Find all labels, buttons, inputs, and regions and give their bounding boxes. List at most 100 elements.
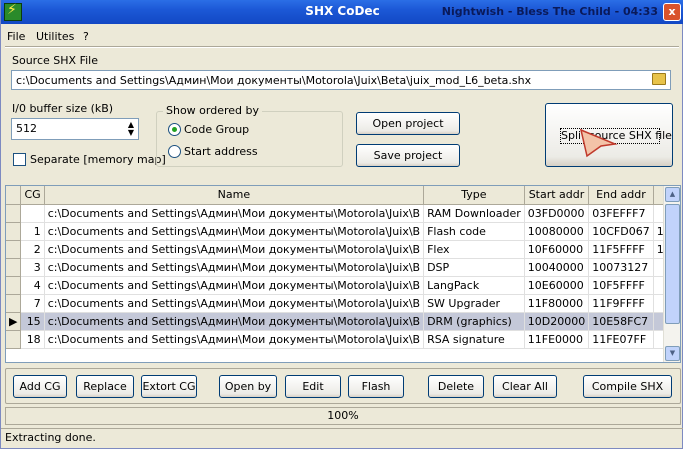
vertical-scrollbar[interactable]: ▲ ▼	[663, 186, 680, 362]
status-bar: Extracting done.	[1, 428, 683, 448]
order-option-start-address: Start address	[184, 145, 258, 158]
cell-name: c:\Documents and Settings\Админ\Мои доку…	[44, 240, 425, 259]
scroll-thumb[interactable]	[665, 204, 680, 324]
table-row[interactable]: ▶ 15 c:\Documents and Settings\Админ\Мои д…	[6, 312, 680, 331]
compile-shx-button[interactable]: Compile SHX	[583, 375, 672, 398]
row-indicator[interactable]	[6, 276, 22, 295]
cell-type: Flash code	[423, 222, 525, 241]
cell-end-addr: 03FEFFF7	[588, 204, 654, 223]
order-option-code-group: Code Group	[184, 123, 250, 136]
table-row[interactable]: 3 c:\Documents and Settings\Админ\Мои док…	[6, 258, 680, 277]
separate-label: Separate [memory map]	[30, 153, 166, 166]
cell-start-addr: 10E60000	[524, 276, 590, 295]
cell-end-addr: 11FE07FF	[588, 330, 654, 349]
progress-text: 100%	[327, 409, 359, 422]
clear-all-button[interactable]: Clear All	[493, 375, 557, 398]
column-header-cg[interactable]: CG	[20, 186, 45, 205]
order-groupbox	[156, 111, 343, 167]
open-by-button[interactable]: Open by	[219, 375, 277, 398]
menu-utilites[interactable]: Utilites	[36, 30, 74, 43]
edit-button[interactable]: Edit	[285, 375, 341, 398]
close-button[interactable]: x	[663, 3, 681, 21]
cell-start-addr: 10040000	[524, 258, 590, 277]
extort-cg-button[interactable]: Extort CG	[141, 375, 197, 398]
row-indicator[interactable]	[6, 204, 22, 223]
row-indicator[interactable]	[6, 222, 22, 241]
table-row[interactable]: 1 c:\Documents and Settings\Админ\Мои док…	[6, 222, 680, 241]
source-file-field[interactable]: c:\Documents and Settings\Админ\Мои доку…	[11, 70, 671, 90]
cell-name: c:\Documents and Settings\Админ\Мои доку…	[44, 222, 425, 241]
source-file-label: Source SHX File	[12, 54, 98, 67]
cell-name: c:\Documents and Settings\Админ\Мои доку…	[44, 258, 425, 277]
cell-type: Flex	[423, 240, 525, 259]
cell-cg	[20, 204, 45, 223]
save-project-button[interactable]: Save project	[356, 144, 460, 167]
cell-end-addr: 10E58FC7	[588, 312, 654, 331]
buffer-size-stepper[interactable]: 512 ▲ ▼	[11, 118, 139, 140]
row-indicator[interactable]	[6, 240, 22, 259]
row-indicator[interactable]	[6, 294, 22, 313]
menu-help[interactable]: ?	[83, 30, 89, 43]
cell-name: c:\Documents and Settings\Админ\Мои доку…	[44, 204, 425, 223]
table-row[interactable]: 2 c:\Documents and Settings\Админ\Мои док…	[6, 240, 680, 259]
table-header-row: CG Name Type Start addr End addr Size	[6, 186, 680, 205]
row-indicator[interactable]	[6, 330, 22, 349]
delete-button[interactable]: Delete	[428, 375, 484, 398]
progress-bar: 100%	[5, 407, 681, 425]
flash-button[interactable]: Flash	[348, 375, 404, 398]
row-pointer-icon[interactable]: ▶	[6, 312, 22, 331]
menu-file[interactable]: File	[7, 30, 25, 43]
table-row[interactable]: 4 c:\Documents and Settings\Админ\Мои док…	[6, 276, 680, 295]
table-row[interactable]: c:\Documents and Settings\Админ\Мои доку…	[6, 204, 680, 223]
cell-name: c:\Documents and Settings\Админ\Мои доку…	[44, 276, 425, 295]
cell-cg: 1	[20, 222, 45, 241]
add-cg-button[interactable]: Add CG	[13, 375, 67, 398]
cell-cg: 18	[20, 330, 45, 349]
cell-end-addr: 10CFD067	[588, 222, 654, 241]
cell-type: DSP	[423, 258, 525, 277]
code-group-grid: CG Name Type Start addr End addr Size c:…	[6, 186, 680, 349]
order-radio-code-group[interactable]	[168, 123, 181, 136]
cell-start-addr: 11FE0000	[524, 330, 590, 349]
column-header-type[interactable]: Type	[423, 186, 525, 205]
cell-type: SW Upgrader	[423, 294, 525, 313]
cell-cg: 7	[20, 294, 45, 313]
spin-arrows-icon[interactable]: ▲ ▼	[126, 121, 136, 137]
row-indicator-header	[6, 186, 22, 205]
column-header-name[interactable]: Name	[44, 186, 425, 205]
scroll-up-icon[interactable]: ▲	[665, 187, 680, 202]
code-group-table[interactable]: CG Name Type Start addr End addr Size c:…	[5, 185, 681, 363]
folder-open-icon[interactable]	[652, 73, 666, 85]
cell-type: LangPack	[423, 276, 525, 295]
replace-button[interactable]: Replace	[76, 375, 134, 398]
cell-start-addr: 11F80000	[524, 294, 590, 313]
cell-cg: 4	[20, 276, 45, 295]
order-radio-start-address[interactable]	[168, 145, 181, 158]
scroll-down-icon[interactable]: ▼	[665, 346, 680, 361]
column-header-start-addr[interactable]: Start addr	[524, 186, 590, 205]
buffer-size-value: 512	[16, 122, 37, 135]
cell-end-addr: 11F9FFFF	[588, 294, 654, 313]
column-header-end-addr[interactable]: End addr	[588, 186, 654, 205]
cell-cg: 15	[20, 312, 45, 331]
cell-end-addr: 11F5FFFF	[588, 240, 654, 259]
open-project-button[interactable]: Open project	[356, 112, 460, 135]
table-row[interactable]: 18 c:\Documents and Settings\Админ\Мои до…	[6, 330, 680, 349]
source-file-path: c:\Documents and Settings\Админ\Мои доку…	[16, 74, 532, 87]
table-row[interactable]: 7 c:\Documents and Settings\Админ\Мои док…	[6, 294, 680, 313]
cell-end-addr: 10073127	[588, 258, 654, 277]
menu-separator	[5, 46, 679, 48]
split-shx-button[interactable]: Split source SHX file	[545, 103, 673, 167]
separate-checkbox[interactable]	[13, 153, 26, 166]
title-bar[interactable]: SHX CoDec Nightwish - Bless The Child - …	[1, 0, 683, 24]
order-group-title: Show ordered by	[163, 104, 263, 117]
cell-name: c:\Documents and Settings\Админ\Мои доку…	[44, 294, 425, 313]
status-text: Extracting done.	[5, 431, 96, 444]
cell-start-addr: 10F60000	[524, 240, 590, 259]
cell-cg: 3	[20, 258, 45, 277]
now-playing-caption: Nightwish - Bless The Child - 04:33	[441, 5, 658, 18]
pointer-arrow-icon	[579, 128, 618, 158]
cell-end-addr: 10F5FFFF	[588, 276, 654, 295]
cell-type: RSA signature	[423, 330, 525, 349]
row-indicator[interactable]	[6, 258, 22, 277]
